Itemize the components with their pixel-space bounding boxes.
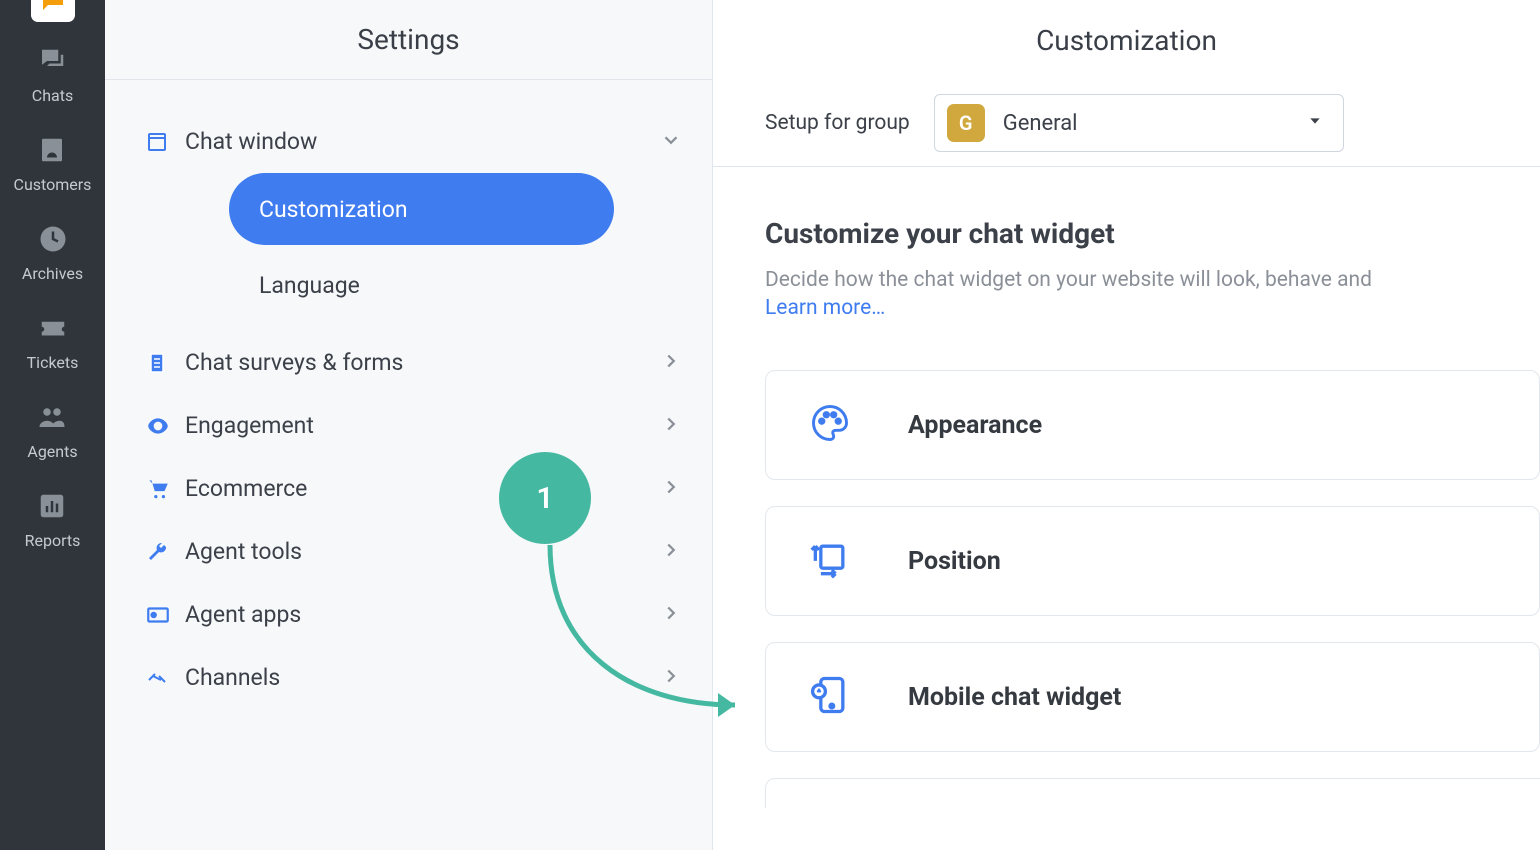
- caret-down-icon: [1307, 113, 1323, 133]
- section-label: Agent apps: [185, 601, 660, 628]
- tickets-icon: [38, 313, 68, 347]
- group-dropdown[interactable]: G General: [934, 94, 1344, 152]
- section-surveys-forms[interactable]: Chat surveys & forms: [135, 331, 692, 394]
- card-position[interactable]: Position: [765, 506, 1540, 616]
- chevron-right-icon: [660, 665, 682, 691]
- section-ecommerce[interactable]: Ecommerce: [135, 457, 692, 520]
- apps-icon: [145, 602, 185, 628]
- subitem-language[interactable]: Language: [229, 249, 614, 321]
- left-nav-rail: Chats Customers Archives Tickets Agents …: [0, 0, 105, 850]
- section-chat-window[interactable]: Chat window: [135, 110, 692, 173]
- main-panel: Customization Setup for group G General …: [713, 0, 1540, 850]
- rail-label: Customers: [14, 175, 92, 194]
- learn-more-link[interactable]: Learn more…: [765, 296, 885, 320]
- chevron-right-icon: [660, 539, 682, 565]
- rail-item-archives[interactable]: Archives: [22, 224, 83, 283]
- main-title: Customization: [713, 0, 1540, 80]
- subitem-customization[interactable]: Customization: [229, 173, 614, 245]
- chevron-right-icon: [660, 350, 682, 376]
- group-label: Setup for group: [765, 111, 910, 135]
- clipboard-icon: [145, 351, 185, 375]
- section-engagement[interactable]: Engagement: [135, 394, 692, 457]
- card-appearance[interactable]: Appearance: [765, 370, 1540, 480]
- rail-item-tickets[interactable]: Tickets: [27, 313, 79, 372]
- rail-item-agents[interactable]: Agents: [27, 402, 77, 461]
- window-icon: [145, 130, 185, 154]
- rail-label: Tickets: [27, 353, 79, 372]
- section-heading: Customize your chat widget: [765, 217, 1540, 250]
- group-selector-bar: Setup for group G General: [713, 80, 1540, 167]
- card-label: Appearance: [908, 411, 1042, 440]
- wrench-icon: [145, 540, 185, 564]
- group-selected-value: General: [1003, 111, 1307, 136]
- cart-icon: [145, 476, 185, 502]
- channels-icon: [145, 666, 185, 690]
- section-agent-tools[interactable]: Agent tools: [135, 520, 692, 583]
- section-description: Decide how the chat widget on your websi…: [765, 268, 1540, 292]
- card-label: Mobile chat widget: [908, 683, 1121, 712]
- section-agent-apps[interactable]: Agent apps: [135, 583, 692, 646]
- chats-icon: [37, 46, 67, 80]
- group-badge: G: [947, 104, 985, 142]
- section-label: Chat window: [185, 128, 660, 155]
- section-label: Chat surveys & forms: [185, 349, 660, 376]
- chevron-right-icon: [660, 602, 682, 628]
- section-label: Agent tools: [185, 538, 660, 565]
- section-label: Engagement: [185, 412, 660, 439]
- chevron-down-icon: [660, 129, 682, 155]
- settings-sidebar: Settings Chat window Customization Langu…: [105, 0, 713, 850]
- section-channels[interactable]: Channels: [135, 646, 692, 709]
- eye-icon: [145, 413, 185, 439]
- card-label: Position: [908, 547, 1001, 576]
- app-logo: [31, 0, 75, 22]
- rail-item-customers[interactable]: Customers: [14, 135, 92, 194]
- section-label: Channels: [185, 664, 660, 691]
- chevron-right-icon: [660, 413, 682, 439]
- mobile-icon: [808, 673, 908, 721]
- position-icon: [808, 537, 908, 585]
- rail-label: Chats: [32, 86, 73, 105]
- rail-item-chats[interactable]: Chats: [32, 46, 73, 105]
- agents-icon: [37, 402, 67, 436]
- annotation-step-badge: 1: [499, 452, 591, 544]
- rail-label: Reports: [25, 531, 81, 550]
- palette-icon: [808, 401, 908, 449]
- reports-icon: [37, 491, 67, 525]
- rail-label: Agents: [27, 442, 77, 461]
- card-partial[interactable]: [765, 778, 1540, 808]
- settings-title: Settings: [105, 0, 712, 80]
- chevron-right-icon: [660, 476, 682, 502]
- archives-icon: [38, 224, 68, 258]
- rail-item-reports[interactable]: Reports: [25, 491, 81, 550]
- card-mobile-widget[interactable]: Mobile chat widget: [765, 642, 1540, 752]
- customers-icon: [37, 135, 67, 169]
- rail-label: Archives: [22, 264, 83, 283]
